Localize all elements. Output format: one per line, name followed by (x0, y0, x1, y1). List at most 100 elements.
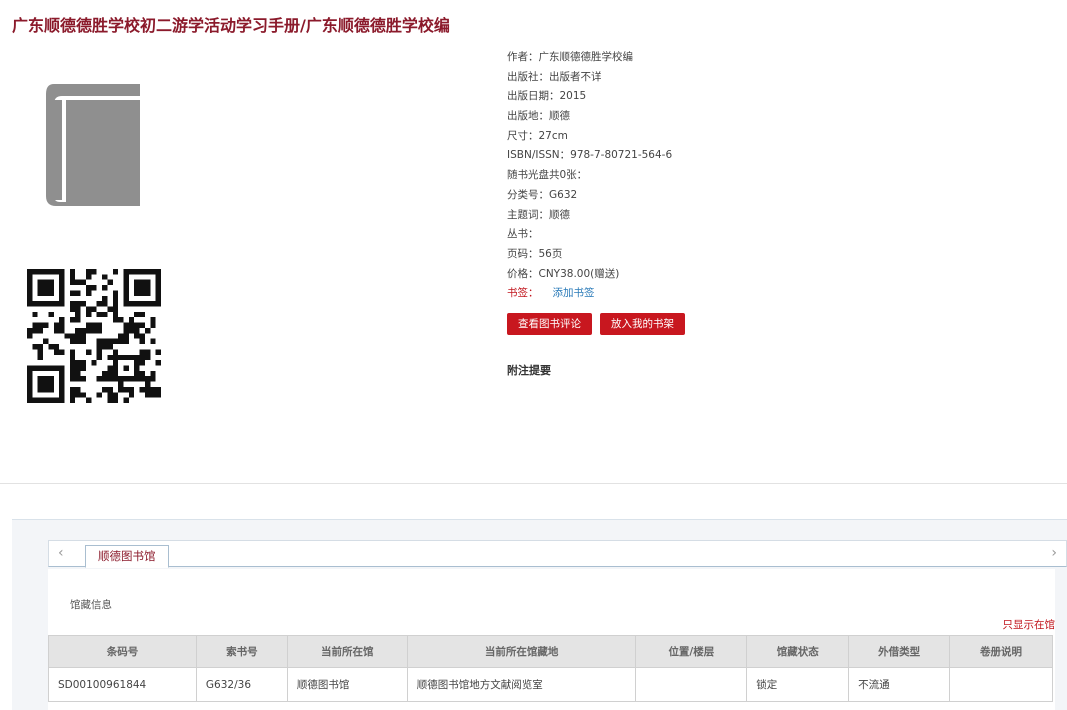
qr-module (59, 365, 65, 371)
qr-module (144, 285, 151, 291)
qr-module (37, 322, 44, 328)
qr-module (102, 376, 108, 382)
qr-module (139, 349, 145, 355)
qr-module (102, 370, 108, 377)
qr-module (27, 301, 33, 307)
qr-module (85, 349, 92, 355)
qr-module (69, 349, 76, 355)
qr-module (123, 397, 129, 403)
qr-module (128, 354, 135, 361)
qr-module (59, 269, 65, 275)
qr-module (112, 370, 119, 377)
qr-module (37, 349, 44, 355)
qr-module (112, 306, 119, 312)
qr-module (91, 285, 97, 291)
qr-module (69, 274, 76, 280)
qr-module (96, 349, 103, 355)
qr-module (134, 279, 140, 286)
size-row: 尺寸：27cm (507, 129, 568, 142)
qr-module (123, 322, 129, 328)
qr-module (80, 392, 86, 398)
qr-module (43, 322, 49, 328)
qr-module (43, 285, 49, 291)
qr-module (80, 301, 86, 307)
tab-shunde-library[interactable]: 顺德图书馆 (85, 545, 169, 568)
qr-module (27, 333, 33, 339)
qr-module (37, 279, 44, 286)
qr-module (75, 333, 81, 339)
qr-module (123, 376, 129, 382)
qr-module (85, 285, 92, 291)
qr-module (27, 285, 33, 291)
qr-module (27, 269, 33, 275)
qr-module (27, 295, 33, 302)
qr-module (91, 360, 97, 366)
qr-module (91, 269, 97, 275)
qr-module (107, 354, 113, 361)
qr-module (150, 338, 156, 345)
chevron-left-icon[interactable]: ‹ (58, 545, 64, 561)
qr-module (43, 338, 49, 345)
view-reviews-button[interactable]: 查看图书评论 (507, 313, 592, 335)
series-row: 丛书： (507, 228, 539, 241)
qr-module (75, 317, 81, 323)
chevron-right-icon[interactable]: › (1051, 545, 1057, 561)
holdings-panel: ‹ 顺德图书馆 › 馆藏信息 只显示在馆 条码号 索书号 当前所在馆 当前所在馆… (12, 519, 1067, 710)
qr-module (96, 311, 103, 318)
qr-module (69, 365, 76, 371)
add-to-shelf-button[interactable]: 放入我的书架 (600, 313, 685, 335)
qr-module (80, 365, 86, 371)
qr-module (75, 279, 81, 286)
qr-module (96, 344, 103, 350)
qr-module (75, 290, 81, 296)
qr-module (75, 392, 81, 398)
qr-module (27, 381, 33, 387)
qr-module (155, 360, 161, 366)
qr-module (59, 274, 65, 280)
qr-module (128, 376, 135, 382)
book-cover-icon (46, 84, 140, 206)
section-divider (0, 483, 1067, 484)
qr-module (123, 269, 129, 275)
qr-module (107, 279, 113, 286)
qr-module (69, 376, 76, 382)
qr-module (139, 311, 145, 318)
qr-module (128, 269, 135, 275)
qr-module (48, 376, 54, 382)
qr-module (123, 365, 129, 371)
barcode-cell: SD00100961844 (48, 667, 197, 702)
qr-module (112, 295, 119, 302)
qr-module (43, 301, 49, 307)
qr-module (150, 301, 156, 307)
qr-module (112, 354, 119, 361)
add-bookmark-link[interactable]: 添加书签 (553, 287, 595, 299)
qr-module (107, 386, 113, 393)
qr-module (112, 338, 119, 345)
bookmark-row: 书签： 添加书签 (507, 284, 1007, 304)
qr-module (128, 301, 135, 307)
qr-module (112, 397, 119, 403)
qr-module (139, 301, 145, 307)
qr-module (53, 322, 60, 328)
qr-module (144, 376, 151, 382)
qr-module (139, 338, 145, 345)
qr-module (118, 317, 124, 323)
call-number-cell: G632/36 (195, 667, 288, 702)
qr-module (59, 327, 65, 334)
qr-module (134, 333, 140, 339)
qr-module (59, 279, 65, 286)
qr-module (53, 327, 60, 334)
qr-module (102, 274, 108, 280)
qr-module (85, 274, 92, 280)
qr-module (27, 279, 33, 286)
qr-module (134, 311, 140, 318)
qr-module (91, 327, 97, 334)
qr-module (43, 269, 49, 275)
qr-module (144, 381, 151, 387)
qr-module (85, 306, 92, 312)
only-available-filter[interactable]: 只显示在馆 (1003, 617, 1056, 632)
qr-module (91, 306, 97, 312)
qr-module (134, 285, 140, 291)
column-header: 外借类型 (848, 635, 951, 668)
qr-module (80, 327, 86, 334)
